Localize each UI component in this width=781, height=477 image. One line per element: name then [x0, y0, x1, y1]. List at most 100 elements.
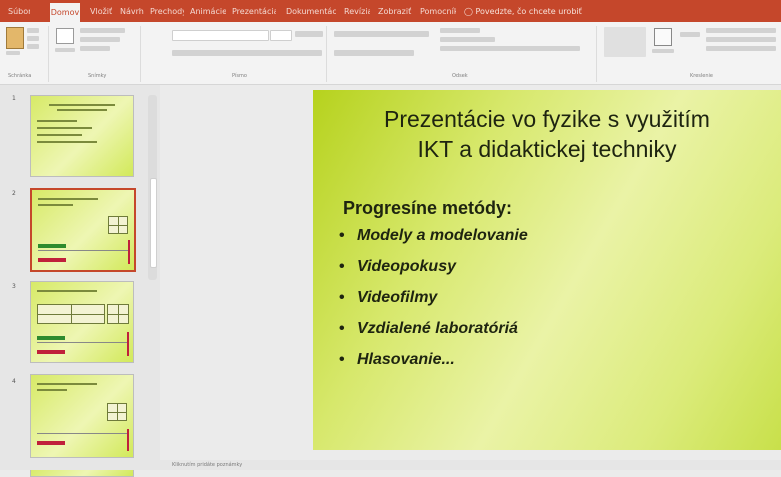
tab-slideshow[interactable]: Prezentácia: [232, 4, 276, 19]
thumbnail-text: [49, 104, 115, 106]
grow-shrink-buttons[interactable]: [295, 31, 323, 37]
divider: [326, 26, 327, 82]
tab-help[interactable]: Pomocník: [420, 4, 456, 19]
font-size-dropdown[interactable]: [270, 30, 292, 41]
bullet-text: Modely a modelovanie: [357, 227, 528, 244]
layout-button[interactable]: [80, 28, 125, 33]
tab-transitions[interactable]: Prechody: [150, 4, 184, 19]
align-text-button[interactable]: [440, 37, 495, 42]
thumbnail-table: [37, 304, 105, 324]
font-name-dropdown[interactable]: [172, 30, 269, 41]
copy-button[interactable]: [27, 36, 39, 41]
ribbon: Schránka Snímky Písmo Odsek Kreslenie: [0, 22, 781, 85]
tab-view[interactable]: Zobraziť: [378, 4, 412, 19]
new-slide-label: [55, 48, 75, 52]
tab-review-doc[interactable]: Dokumentácia: [286, 4, 336, 19]
thumbnail-bar-green: [38, 244, 66, 248]
paste-label: [6, 51, 20, 55]
tell-me-box[interactable]: ◯ Povedzte, čo chcete urobiť: [464, 4, 584, 19]
alignment-buttons[interactable]: [334, 50, 414, 56]
format-painter-button[interactable]: [27, 44, 39, 49]
thumbnail-table: [108, 216, 128, 234]
thumbnail-number: 4: [12, 378, 16, 385]
slide-subtitle[interactable]: Progresíne metódy:: [343, 198, 512, 219]
thumbnail-text: [38, 204, 73, 206]
notes-placeholder[interactable]: Kliknutím pridáte poznámky: [172, 462, 242, 468]
reset-button[interactable]: [80, 37, 120, 42]
thumbnail-text: [57, 109, 107, 111]
cut-button[interactable]: [27, 28, 39, 33]
bullet-text: Hlasovanie...: [357, 351, 455, 368]
thumbnail-line: [128, 240, 130, 264]
thumbnail-text: [37, 389, 67, 391]
quick-styles-button[interactable]: [680, 32, 700, 37]
thumbnail-text: [37, 141, 97, 143]
bullet-item[interactable]: • Videopokusy: [339, 258, 456, 276]
bullet-dot: •: [339, 320, 345, 337]
bullet-dot: •: [339, 258, 345, 275]
convert-smartart-button[interactable]: [440, 46, 580, 51]
slide-thumbnail[interactable]: [30, 374, 134, 458]
shape-outline-button[interactable]: [706, 37, 776, 42]
thumbnail-text: [37, 134, 82, 136]
section-button[interactable]: [80, 46, 110, 51]
status-bar: [0, 460, 781, 470]
bullet-text: Videofilmy: [357, 289, 438, 306]
thumbnail-line: [127, 429, 129, 451]
slide-canvas[interactable]: Prezentácie vo fyzike s využitím IKT a d…: [313, 90, 781, 450]
font-format-buttons[interactable]: [172, 50, 322, 56]
slide-title[interactable]: Prezentácie vo fyzike s využitím IKT a d…: [313, 104, 781, 164]
group-label-slides: Snímky: [88, 73, 107, 79]
tab-insert[interactable]: Vložiť: [90, 4, 114, 19]
bullet-dot: •: [339, 351, 345, 368]
paste-icon[interactable]: [6, 27, 24, 49]
bullet-item[interactable]: • Modely a modelovanie: [339, 227, 528, 245]
group-label-paragraph: Odsek: [452, 73, 468, 79]
thumbnail-background: [31, 96, 133, 176]
new-slide-icon[interactable]: [56, 28, 74, 44]
bullet-text: Videopokusy: [357, 258, 456, 275]
shape-fill-button[interactable]: [706, 28, 776, 33]
list-buttons[interactable]: [334, 31, 429, 37]
arrange-icon[interactable]: [654, 28, 672, 46]
thumbnail-line: [38, 250, 128, 251]
thumbnail-text: [38, 198, 98, 200]
text-direction-button[interactable]: [440, 28, 480, 33]
shapes-gallery[interactable]: [604, 27, 646, 57]
bullet-text: Vzdialené laboratóriá: [357, 320, 518, 337]
arrange-label: [652, 49, 674, 53]
thumbnail-bar-red: [37, 350, 65, 354]
bullet-item[interactable]: • Hlasovanie...: [339, 351, 455, 369]
thumbnail-number: 2: [12, 190, 16, 197]
scrollbar-thumb[interactable]: [150, 178, 157, 268]
bullet-dot: •: [339, 227, 345, 244]
slide-thumbnail-selected[interactable]: [30, 188, 136, 272]
thumbnail-number: 3: [12, 283, 16, 290]
tab-home[interactable]: Domov: [50, 3, 80, 22]
ribbon-tab-bar: Súbor Domov Vložiť Návrh Prechody Animác…: [0, 0, 781, 22]
thumbnail-line: [127, 332, 129, 356]
thumbnail-text: [37, 383, 97, 385]
group-label-clipboard: Schránka: [8, 73, 32, 79]
lightbulb-icon: ◯: [464, 7, 473, 16]
thumbnail-bar-red: [38, 258, 66, 262]
tab-design[interactable]: Návrh: [120, 4, 144, 19]
bullet-dot: •: [339, 289, 345, 306]
thumbnail-table: [107, 304, 129, 324]
slide-thumbnail[interactable]: [30, 95, 134, 177]
slide-thumbnail[interactable]: [30, 281, 134, 363]
thumbnail-text: [37, 127, 92, 129]
bullet-item[interactable]: • Videofilmy: [339, 289, 437, 307]
tab-animations[interactable]: Animácie: [190, 4, 226, 19]
tab-file[interactable]: Súbor: [8, 4, 30, 19]
group-label-drawing: Kreslenie: [690, 73, 714, 79]
slide-title-line: Prezentácie vo fyzike s využitím: [384, 106, 710, 132]
bullet-item[interactable]: • Vzdialené laboratóriá: [339, 320, 518, 338]
tab-review[interactable]: Revízia: [344, 4, 370, 19]
shape-effects-button[interactable]: [706, 46, 776, 51]
thumbnail-text: [37, 290, 97, 292]
thumbnail-bar-green: [37, 336, 65, 340]
divider: [140, 26, 141, 82]
thumbnail-line: [37, 342, 127, 343]
tell-me-text: Povedzte, čo chcete urobiť: [475, 7, 582, 16]
